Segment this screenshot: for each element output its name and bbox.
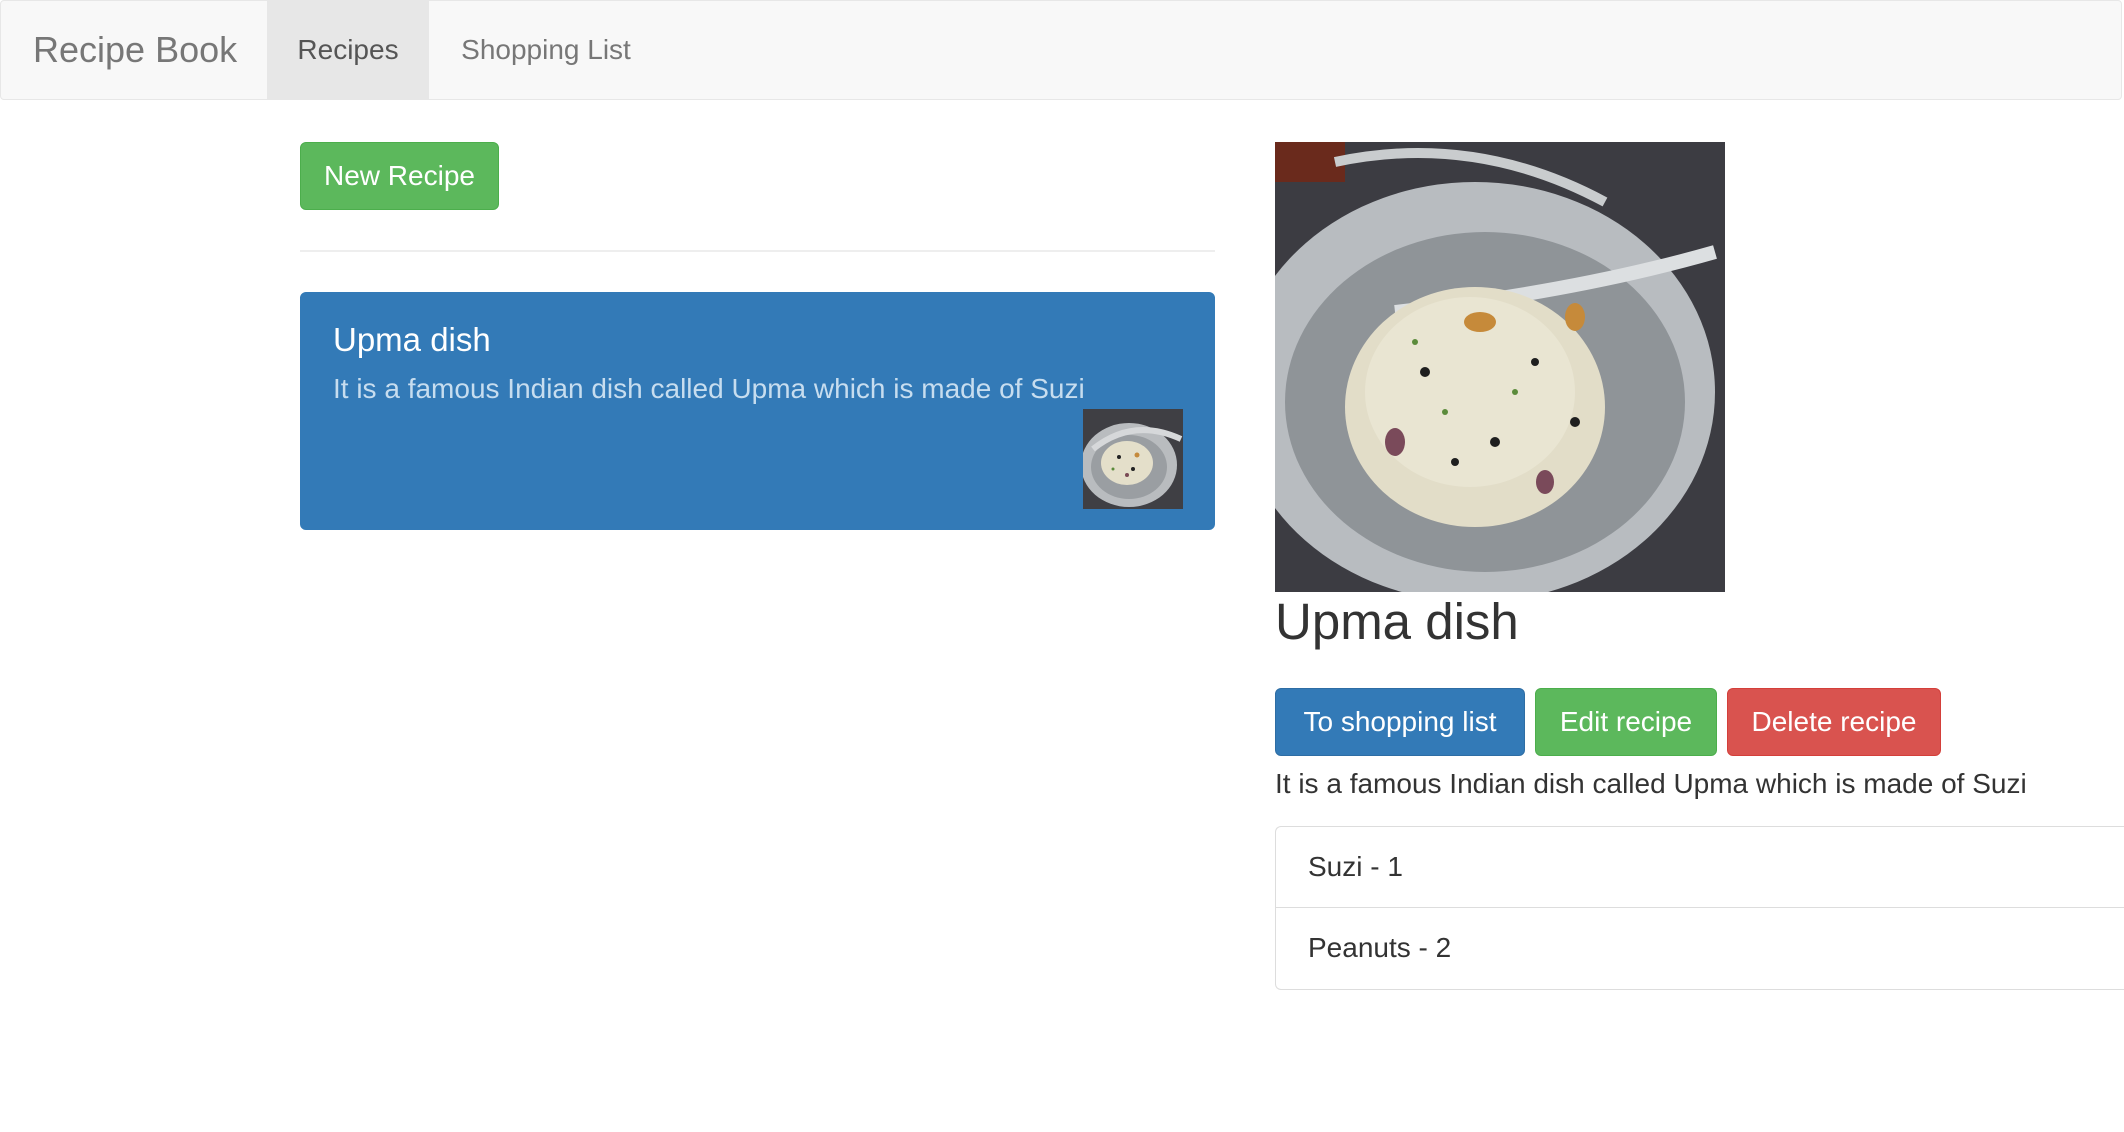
to-shopping-list-button[interactable]: To shopping list [1275,688,1525,756]
recipe-detail-description: It is a famous Indian dish called Upma w… [1275,768,2027,799]
recipe-item-name: Upma dish [333,321,491,358]
delete-recipe-button[interactable]: Delete recipe [1727,688,1941,756]
recipe-detail-title: Upma dish [1275,593,1519,650]
edit-recipe-button[interactable]: Edit recipe [1535,688,1717,756]
nav-tab-recipes[interactable]: Recipes [267,1,429,99]
ingredient-list: Suzi - 1 Peanuts - 2 [1275,826,2124,990]
ingredient-item: Suzi - 1 [1275,826,2124,908]
new-recipe-button[interactable]: New Recipe [300,142,499,210]
navbar: Recipe Book Recipes Shopping List [0,0,2122,100]
recipe-item-description: It is a famous Indian dish called Upma w… [333,373,1085,404]
nav-tab-shopping-list[interactable]: Shopping List [429,1,663,99]
ingredient-item: Peanuts - 2 [1275,908,2124,990]
divider [300,250,1215,252]
recipe-thumbnail-image [1083,409,1183,509]
brand-title[interactable]: Recipe Book [33,1,237,99]
recipe-list-item[interactable]: Upma dish It is a famous Indian dish cal… [300,292,1215,530]
recipe-detail-image [1275,142,1725,592]
